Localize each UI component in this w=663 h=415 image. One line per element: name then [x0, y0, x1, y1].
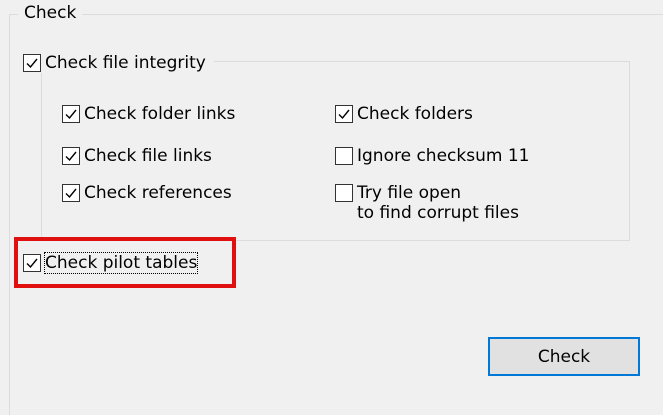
checkmark-icon [338, 109, 350, 120]
check-file-integrity-checkbox[interactable]: Check file integrity [23, 53, 214, 73]
checkbox-box[interactable] [335, 105, 353, 123]
check-file-links-checkbox[interactable]: Check file links [62, 146, 212, 166]
checkbox-box[interactable] [62, 105, 80, 123]
check-file-links-label: Check file links [84, 146, 212, 166]
try-file-open-checkbox[interactable]: Try file open to find corrupt files [335, 183, 519, 223]
try-file-open-label: Try file open to find corrupt files [357, 183, 519, 223]
checkmark-icon [26, 258, 38, 269]
checkbox-box[interactable] [23, 54, 41, 72]
check-button[interactable]: Check [488, 337, 640, 376]
checkmark-icon [65, 188, 77, 199]
check-pilot-tables-label: Check pilot tables [43, 252, 199, 274]
check-file-integrity-label: Check file integrity [45, 53, 206, 73]
checkbox-box[interactable] [335, 147, 353, 165]
checkbox-box[interactable] [62, 147, 80, 165]
try-file-open-label-line1: Try file open [357, 183, 462, 203]
checkmark-icon [65, 151, 77, 162]
try-file-open-label-line2: to find corrupt files [357, 203, 519, 223]
check-folders-label: Check folders [357, 104, 473, 124]
checkbox-box[interactable] [23, 254, 41, 272]
check-folder-links-label: Check folder links [84, 104, 236, 124]
checkbox-box[interactable] [335, 184, 353, 202]
check-folders-checkbox[interactable]: Check folders [335, 104, 473, 124]
check-references-checkbox[interactable]: Check references [62, 183, 232, 203]
ignore-checksum-11-label: Ignore checksum 11 [357, 146, 530, 166]
checkmark-icon [65, 109, 77, 120]
check-pilot-tables-checkbox[interactable]: Check pilot tables [23, 252, 199, 274]
checkmark-icon [26, 58, 38, 69]
checkbox-box[interactable] [62, 184, 80, 202]
ignore-checksum-11-checkbox[interactable]: Ignore checksum 11 [335, 146, 530, 166]
check-folder-links-checkbox[interactable]: Check folder links [62, 104, 236, 124]
check-references-label: Check references [84, 183, 232, 203]
check-group-title: Check [18, 3, 83, 23]
